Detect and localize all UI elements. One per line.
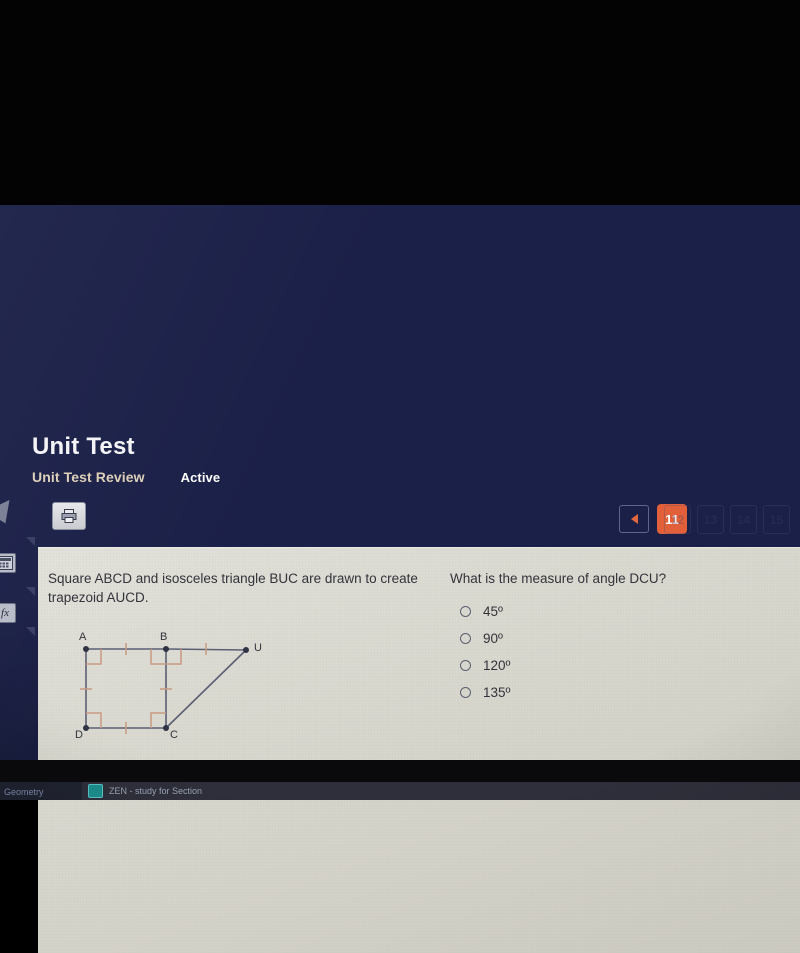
print-button[interactable] <box>52 502 86 530</box>
answer-column: What is the measure of angle DCU? 45º 90… <box>450 569 780 700</box>
prompt-text: Square ABCD and isosceles triangle BUC a… <box>48 571 418 605</box>
page-title: Unit Test <box>32 433 135 460</box>
tool-rail: fx <box>0 492 35 636</box>
taskbar-left-pane[interactable]: Geometry <box>0 782 82 800</box>
left-caret-icon <box>630 514 638 524</box>
question-text: What is the measure of angle DCU? <box>450 571 667 586</box>
radio-button[interactable] <box>460 633 471 644</box>
figure-label-d: D <box>75 729 83 741</box>
answer-option[interactable]: 45º <box>450 604 780 619</box>
figure-label-u: U <box>254 642 262 654</box>
prompt-column: Square ABCD and isosceles triangle BUC a… <box>48 569 438 741</box>
figure-label-c: C <box>170 729 178 741</box>
app-tile-icon <box>88 784 103 798</box>
pager-page-button[interactable]: 12 <box>664 505 691 534</box>
screenshot-root: fx Unit Test Unit Test Review Active 11 … <box>0 0 800 953</box>
question-panel: Square ABCD and isosceles triangle BUC a… <box>38 547 800 953</box>
answer-options: 45º 90º 120º 135º <box>450 604 780 700</box>
radio-button[interactable] <box>460 660 471 671</box>
rail-divider-mark <box>26 537 35 546</box>
figure-label-a: A <box>79 631 87 643</box>
status-badge: Active <box>180 470 221 485</box>
formula-fx-icon[interactable]: fx <box>0 603 16 623</box>
answer-option[interactable]: 90º <box>450 631 780 646</box>
taskbar-strip: Geometry ZEN - study for Section <box>0 782 800 800</box>
printer-icon <box>61 509 77 523</box>
answer-option-label: 120º <box>483 658 511 673</box>
answer-option[interactable]: 135º <box>450 685 780 700</box>
answer-option-label: 135º <box>483 685 511 700</box>
pager-page-button[interactable]: 13 <box>697 505 724 534</box>
rail-divider-mark <box>26 587 35 596</box>
answer-option[interactable]: 120º <box>450 658 780 673</box>
taskbar-item[interactable]: ZEN - study for Section <box>88 784 202 798</box>
pager-ghost-pages: 12 13 14 15 <box>664 505 790 534</box>
app-chrome: fx Unit Test Unit Test Review Active 11 … <box>0 205 800 953</box>
answer-option-label: 90º <box>483 631 503 646</box>
pager-page-button[interactable]: 14 <box>730 505 757 534</box>
geometry-figure: A B U D C <box>66 631 306 751</box>
formula-fx-label: fx <box>1 607 9 619</box>
calculator-icon[interactable] <box>0 553 16 573</box>
taskbar-item-label: ZEN - study for Section <box>109 786 203 796</box>
rail-divider-mark <box>26 627 35 636</box>
pager-page-button[interactable]: 15 <box>763 505 790 534</box>
monitor-bezel-top <box>0 0 800 205</box>
breadcrumb: Unit Test Review Active <box>32 469 220 485</box>
radio-button[interactable] <box>460 687 471 698</box>
radio-button[interactable] <box>460 606 471 617</box>
pager-prev-button[interactable] <box>619 505 649 533</box>
os-taskbar: Geometry ZEN - study for Section <box>0 760 800 800</box>
pointer-tool-icon[interactable] <box>0 492 18 524</box>
figure-label-b: B <box>160 631 168 643</box>
breadcrumb-unit-test-review[interactable]: Unit Test Review <box>32 469 145 485</box>
answer-option-label: 45º <box>483 604 503 619</box>
